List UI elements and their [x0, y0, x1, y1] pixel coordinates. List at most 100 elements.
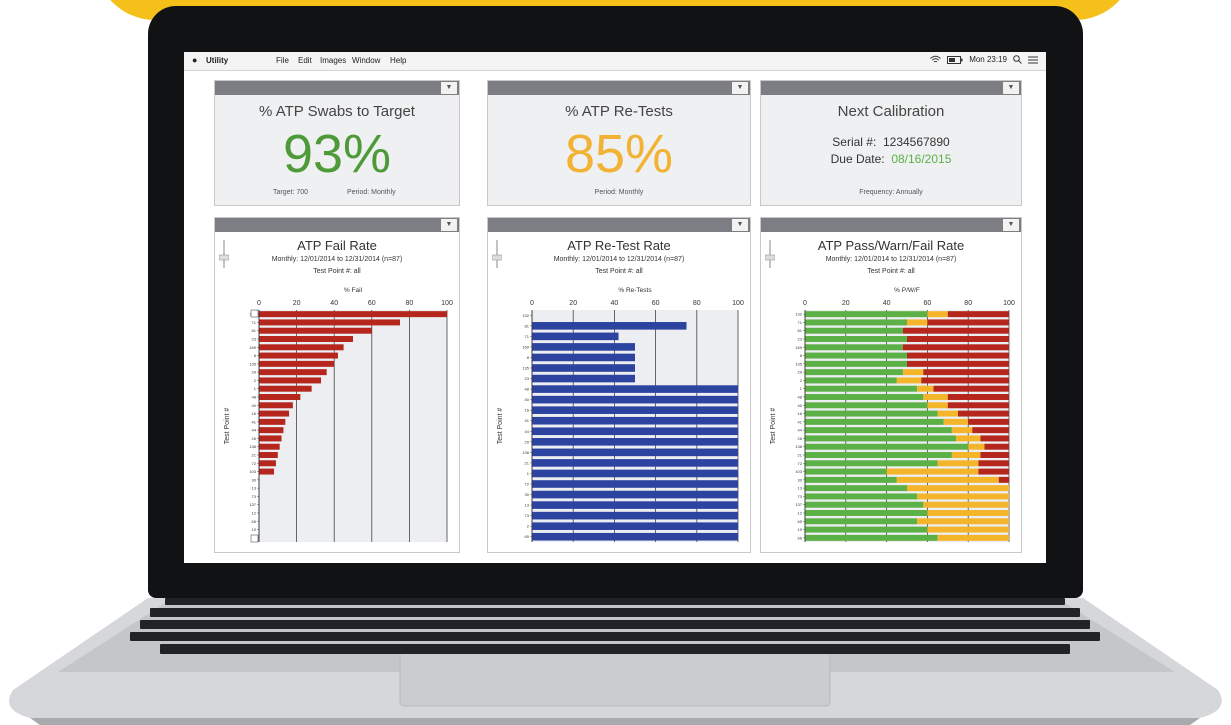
y-tick-label: 29	[798, 370, 803, 375]
x-tick-label: 100	[441, 300, 453, 307]
pass-warn-fail-chart: % P/W/F0 20 40 60 80 100132718123169813529214…	[770, 287, 1015, 542]
panel-menu-button[interactable]: ▼	[441, 219, 457, 231]
bar-fail	[947, 394, 1009, 400]
bar-pass	[805, 385, 918, 392]
y-tick-label: 169	[249, 345, 256, 350]
bar-pass	[805, 468, 887, 475]
scroll-up-button[interactable]	[250, 309, 259, 318]
y-tick-label: 71	[252, 320, 257, 325]
bar-warn	[896, 476, 999, 483]
bar	[532, 353, 635, 362]
x-tick-label: 60	[652, 300, 660, 307]
x-tick-label: 0	[803, 300, 807, 307]
search-icon[interactable]	[1013, 55, 1022, 64]
bar	[259, 452, 278, 458]
bar-pass	[805, 518, 918, 525]
y-tick-label: 135	[522, 366, 529, 371]
bar	[259, 443, 280, 450]
bar	[259, 435, 282, 442]
y-tick-label: 48	[252, 395, 257, 400]
pass-warn-fail-panel: ▼ ATP Pass/Warn/Fail Rate Monthly: 12/01…	[760, 217, 1022, 553]
bar	[532, 322, 687, 330]
wifi-icon[interactable]	[930, 55, 942, 64]
panel-menu-button[interactable]: ▼	[441, 82, 457, 94]
kpi-title: % ATP Swabs to Target	[259, 103, 415, 120]
y-axis-label: Test Point #	[497, 408, 504, 445]
bar-warn	[937, 460, 979, 467]
bar	[259, 377, 322, 384]
y-tick-label: 1	[254, 386, 257, 391]
chart-title: ATP Re-Test Rate	[567, 238, 671, 253]
menu-window[interactable]: Window	[352, 56, 380, 65]
y-tick-label: 2	[254, 378, 257, 383]
kpi-value: 93%	[282, 124, 392, 184]
menu-images[interactable]: Images	[320, 56, 346, 65]
panel-menu-button[interactable]: ▼	[732, 219, 748, 231]
bar-pass	[805, 394, 924, 400]
list-icon[interactable]	[1028, 56, 1038, 64]
menu-edit[interactable]: Edit	[298, 56, 312, 65]
panel-menu-button[interactable]: ▼	[1003, 82, 1019, 94]
bar-warn	[927, 402, 948, 409]
bar	[532, 490, 738, 499]
retest-rate-chart: % Re-Tests0 20 40 60 80 100132817116981352348…	[497, 287, 744, 542]
x-axis-label: % Fail	[344, 287, 363, 294]
next-calibration-panel: ▼ Next Calibration Serial #: 1234567890 …	[760, 80, 1022, 206]
y-tick-label: 103	[249, 469, 256, 474]
panel-header: ▼	[488, 81, 750, 95]
y-tick-label: 1	[800, 386, 803, 391]
apple-icon[interactable]: ●	[192, 55, 197, 65]
bar	[259, 418, 286, 425]
y-tick-label: 44	[252, 428, 257, 433]
bar	[532, 395, 738, 404]
bar-fail	[978, 460, 1009, 467]
y-tick-label: 26	[252, 436, 257, 441]
y-tick-label: 137	[795, 502, 802, 507]
x-tick-label: 20	[842, 300, 850, 307]
menu-file[interactable]: File	[276, 56, 289, 65]
bar-pass	[805, 418, 944, 425]
bar-fail	[980, 435, 1009, 442]
bar-pass	[805, 336, 907, 342]
x-tick-label: 20	[293, 300, 301, 307]
clock[interactable]: Mon 23:19	[969, 55, 1007, 64]
panel-header: ▼	[215, 81, 459, 95]
bar-fail	[927, 319, 1009, 326]
y-tick-label: 13	[525, 503, 530, 508]
y-tick-label: 40	[798, 403, 803, 408]
bar-fail	[984, 443, 1009, 450]
y-tick-label: 138	[795, 444, 802, 449]
y-tick-label: 72	[252, 461, 257, 466]
bar	[532, 416, 738, 425]
scroll-down-button[interactable]	[250, 534, 259, 543]
bar-warn	[896, 377, 922, 384]
y-tick-label: 16	[252, 411, 257, 416]
bar	[532, 448, 738, 457]
chart-title: ATP Pass/Warn/Fail Rate	[817, 238, 965, 253]
y-axis-label: Test Point #	[224, 408, 231, 445]
bar-warn	[917, 518, 1009, 525]
chart-subtitle: Monthly: 12/01/2014 to 12/31/2014 (n=87)	[271, 256, 403, 263]
y-tick-label: 71	[798, 320, 803, 325]
y-tick-label: 12	[798, 511, 803, 516]
bar	[259, 344, 344, 351]
y-tick-label: 23	[798, 337, 803, 342]
kpi-period: Period: Monthly	[347, 189, 396, 196]
panel-menu-button[interactable]: ▼	[732, 82, 748, 94]
y-tick-label: 41	[525, 418, 530, 423]
y-tick-label: 81	[252, 328, 257, 333]
panel-menu-button[interactable]: ▼	[1003, 219, 1019, 231]
battery-icon[interactable]	[947, 55, 963, 64]
y-tick-label: 65	[252, 519, 257, 524]
bar-pass	[805, 493, 918, 500]
bar-warn	[927, 526, 1009, 533]
menu-help[interactable]: Help	[390, 56, 406, 65]
y-tick-label: 72	[525, 482, 530, 487]
bar-warn	[951, 427, 973, 434]
y-tick-label: 40	[525, 397, 530, 402]
app-name[interactable]: Utility	[206, 56, 228, 65]
bar-pass	[805, 435, 956, 442]
y-tick-label: 16	[798, 411, 803, 416]
bar	[259, 360, 335, 367]
retests-panel: ▼ % ATP Re-Tests 85% Period: Monthly	[487, 80, 751, 206]
